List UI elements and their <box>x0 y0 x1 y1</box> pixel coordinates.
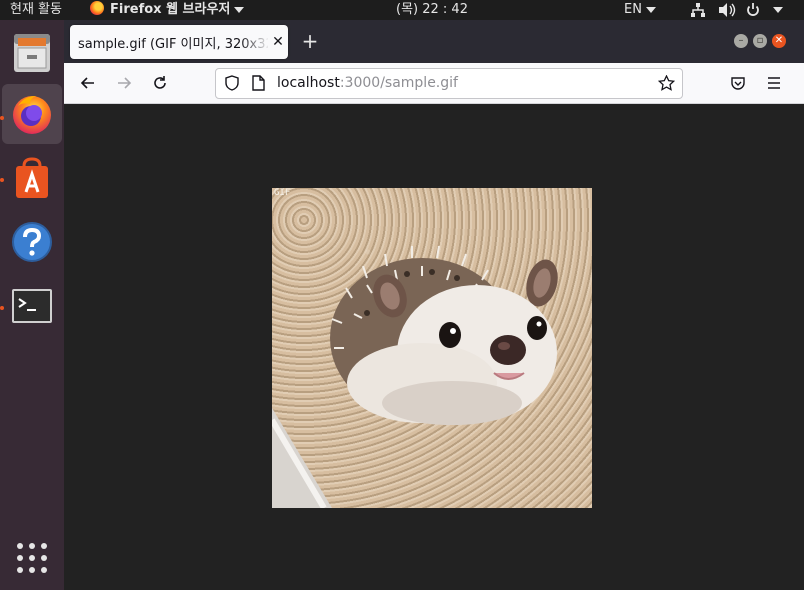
chevron-down-icon <box>234 6 245 13</box>
minimize-icon: – <box>738 35 744 46</box>
dock-running-indicator <box>0 116 4 120</box>
dock-item-software[interactable] <box>2 148 62 208</box>
dock-item-files[interactable] <box>2 22 62 82</box>
maximize-icon: ▫ <box>756 35 764 46</box>
dock-running-indicator <box>0 306 4 310</box>
reload-icon <box>154 76 166 89</box>
dock-item-help[interactable] <box>2 212 62 272</box>
bookmark-star-icon[interactable] <box>658 75 675 91</box>
forward-button[interactable] <box>112 71 136 95</box>
system-menu-chevron[interactable] <box>769 0 783 20</box>
reload-button[interactable] <box>148 71 172 95</box>
gif-label: GIF <box>274 188 291 198</box>
close-icon: ✕ <box>774 35 784 46</box>
arrow-left-icon <box>80 77 94 89</box>
shield-icon[interactable] <box>224 75 240 91</box>
dock-item-terminal[interactable] <box>2 276 62 336</box>
nav-bar: localhost:3000/sample.gif <box>64 63 804 104</box>
hedgehog-illustration <box>272 245 558 508</box>
app-menu-label: Firefox 웹 브라우저 <box>110 2 231 17</box>
tab-title-fade <box>240 25 270 59</box>
firefox-icon <box>90 1 104 15</box>
minimize-button[interactable]: – <box>734 34 748 48</box>
firefox-icon <box>13 96 51 134</box>
chevron-down-icon <box>645 6 656 13</box>
help-icon <box>12 222 52 262</box>
dock-running-indicator <box>0 178 4 182</box>
url-host: localhost <box>277 75 340 91</box>
terminal-icon <box>12 289 52 323</box>
hedgehog-image[interactable]: GIF <box>272 188 592 508</box>
chevron-down-icon <box>773 6 783 13</box>
clock[interactable]: (목) 22 : 42 <box>396 0 468 20</box>
browser-window: sample.gif (GIF 이미지, 320x320 픽셀) ✕ + – ▫… <box>64 20 804 590</box>
close-tab-button[interactable]: ✕ <box>270 32 286 52</box>
url-bar[interactable]: localhost:3000/sample.gif <box>215 68 683 99</box>
shopping-bag-icon <box>16 157 48 198</box>
tab-strip: sample.gif (GIF 이미지, 320x320 픽셀) ✕ + – ▫… <box>64 20 804 63</box>
new-tab-button[interactable]: + <box>300 30 320 52</box>
hamburger-menu-icon <box>768 77 780 89</box>
activities-button[interactable]: 현재 활동 <box>10 0 62 20</box>
power-icon[interactable] <box>745 2 761 22</box>
network-icon[interactable] <box>690 2 706 22</box>
dock <box>0 20 64 590</box>
app-grid-icon <box>17 543 47 573</box>
volume-icon[interactable] <box>718 2 736 22</box>
arrow-right-icon <box>118 77 132 89</box>
app-menu[interactable]: Firefox 웹 브라우저 <box>90 0 245 20</box>
pocket-button[interactable] <box>726 71 750 95</box>
pocket-icon <box>731 77 745 90</box>
url-path: :3000/sample.gif <box>339 75 458 91</box>
dock-item-firefox[interactable] <box>2 84 62 144</box>
close-window-button[interactable]: ✕ <box>772 34 786 48</box>
maximize-button[interactable]: ▫ <box>753 34 767 48</box>
dock-item-show-apps[interactable] <box>2 528 62 588</box>
url-text: localhost:3000/sample.gif <box>277 75 458 91</box>
page-content: GIF <box>64 104 804 590</box>
top-bar: 현재 활동 Firefox 웹 브라우저 (목) 22 : 42 EN <box>0 0 804 20</box>
page-icon[interactable] <box>251 75 265 91</box>
file-cabinet-icon <box>14 34 50 72</box>
back-button[interactable] <box>76 71 100 95</box>
tab-sample-gif[interactable]: sample.gif (GIF 이미지, 320x320 픽셀) ✕ <box>70 25 288 59</box>
input-source[interactable]: EN <box>624 0 656 20</box>
input-source-label: EN <box>624 2 642 17</box>
menu-button[interactable] <box>762 71 786 95</box>
